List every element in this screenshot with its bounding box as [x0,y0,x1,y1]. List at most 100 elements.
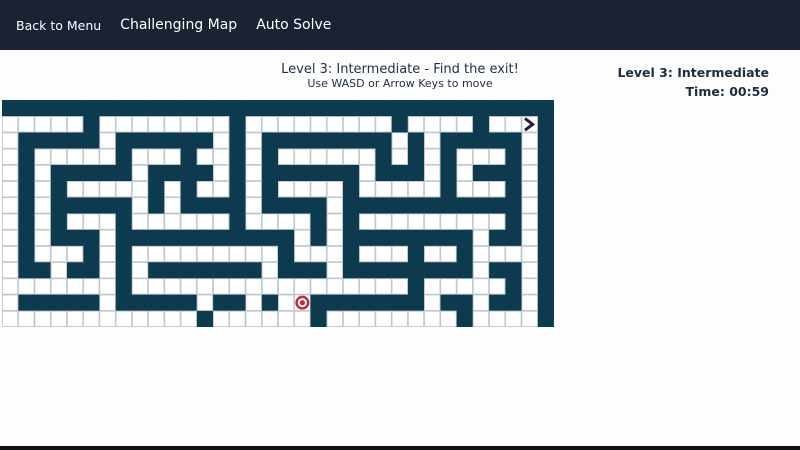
maze-path-cell [66,278,84,295]
maze-wall-cell [424,262,441,279]
timer: Time: 00:59 [685,84,769,99]
maze-path-cell [261,213,279,231]
maze-wall-cell [342,245,360,263]
maze-wall-cell [456,310,474,327]
maze-wall-cell [115,132,133,149]
maze-wall-cell [310,197,328,214]
maze-wall-cell [83,245,100,263]
maze-wall-cell [537,213,554,231]
maze-wall-cell [407,229,425,247]
maze-path-cell [326,213,344,231]
maze-path-cell [391,245,409,263]
maze-path-cell [164,245,181,263]
maze-path-cell [391,278,409,295]
maze-path-cell [196,116,214,133]
maze-wall-cell [261,197,279,214]
maze-wall-cell [407,148,425,166]
maze-path-cell [50,278,68,295]
maze-wall-cell [278,164,295,182]
maze-wall-cell [342,132,360,149]
maze-wall-cell [440,132,457,149]
maze-path-cell [424,148,441,166]
challenging-map-button[interactable]: Challenging Map [120,17,237,33]
maze-path-cell [342,310,360,327]
maze-path-cell [196,278,214,295]
maze-path-cell [391,310,409,327]
maze-wall-cell [359,132,376,149]
maze-wall-cell [505,181,522,198]
maze-path-cell [148,310,165,327]
auto-solve-button[interactable]: Auto Solve [256,17,331,33]
maze-wall-cell [180,132,198,149]
maze-wall-cell [213,262,230,279]
maze-path-cell [34,278,52,295]
maze-path-cell [213,213,230,231]
maze-wall-cell [148,197,165,214]
maze-wall-cell [99,164,116,182]
maze-wall-cell [456,294,474,312]
maze-path-cell [164,197,181,214]
maze-wall-cell [18,132,35,149]
maze-wall-cell [18,100,35,117]
maze-wall-cell [375,100,392,117]
maze-path-cell [391,132,409,149]
maze-wall-cell [391,164,409,182]
maze-wall-cell [278,262,295,279]
maze-wall-cell [229,197,246,214]
maze-wall-cell [359,262,376,279]
maze-path-cell [359,245,376,263]
maze-path-cell [489,245,506,263]
maze-path-cell [99,116,116,133]
maze-path-cell [50,116,68,133]
maze-path-cell [424,116,441,133]
maze-wall-cell [261,229,279,247]
maze-path-cell [472,213,490,231]
maze-path-cell [99,294,116,312]
maze-path-cell [148,148,165,166]
maze-board[interactable] [2,100,554,327]
maze-wall-cell [196,262,214,279]
maze-path-cell [245,132,263,149]
maze-wall-cell [456,229,474,247]
maze-path-cell [440,245,457,263]
maze-path-cell [164,148,181,166]
maze-wall-cell [440,181,457,198]
maze-path-cell [245,294,263,312]
maze-wall-cell [359,229,376,247]
maze-path-cell [34,197,52,214]
maze-path-cell [2,197,19,214]
maze-wall-cell [180,229,198,247]
maze-wall-cell [99,197,116,214]
maze-wall-cell [489,229,506,247]
maze-wall-cell [83,229,100,247]
maze-path-cell [521,245,539,263]
maze-wall-cell [164,100,181,117]
maze-wall-cell [391,197,409,214]
maze-wall-cell [505,262,522,279]
maze-wall-cell [131,294,149,312]
maze-wall-cell [66,197,84,214]
maze-wall-cell [537,245,554,263]
maze-wall-cell [440,294,457,312]
maze-wall-cell [196,197,214,214]
maze-wall-cell [310,132,328,149]
maze-path-cell [359,164,376,182]
maze-wall-cell [66,262,84,279]
maze-path-cell [50,262,68,279]
maze-wall-cell [310,310,328,327]
maze-wall-cell [456,132,474,149]
maze-path-cell [213,278,230,295]
maze-path-cell [472,245,490,263]
maze-wall-cell [521,100,539,117]
maze-wall-cell [245,100,263,117]
maze-wall-cell [164,164,181,182]
maze-wall-cell [18,213,35,231]
status-panel: Level 3: Intermediate Time: 00:59 [617,63,769,101]
maze-wall-cell [18,197,35,214]
maze-path-cell [50,310,68,327]
maze-path-cell [278,148,295,166]
back-to-menu-button[interactable]: Back to Menu [16,18,101,33]
maze-path-cell [375,213,392,231]
maze-wall-cell [505,294,522,312]
maze-path-cell [326,148,344,166]
